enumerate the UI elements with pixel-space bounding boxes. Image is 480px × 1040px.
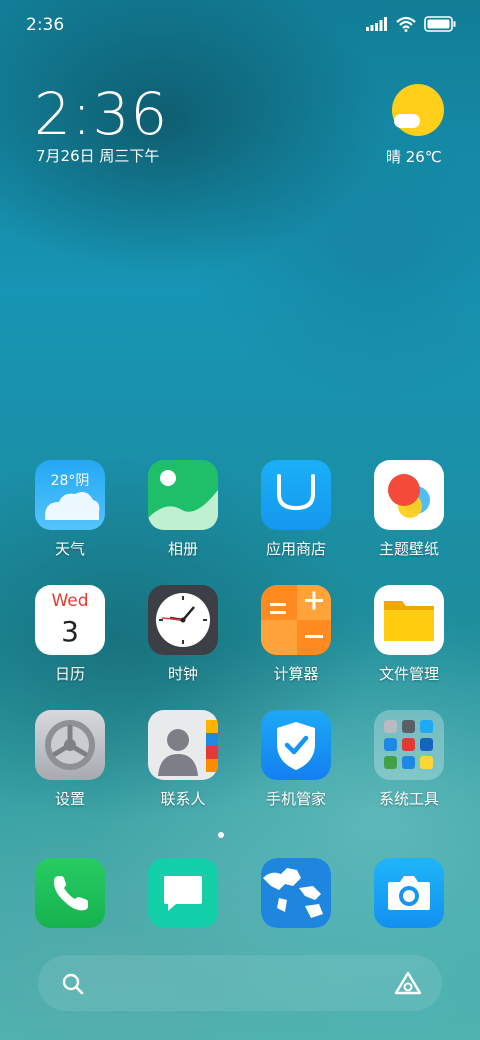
security-app-icon — [261, 710, 331, 780]
app-label: 应用商店 — [265, 540, 326, 558]
app-contacts[interactable]: 联系人 — [127, 710, 239, 809]
app-label: 文件管理 — [378, 665, 439, 683]
status-icons — [366, 16, 456, 32]
search-icon[interactable] — [62, 973, 84, 995]
app-label: 计算器 — [273, 665, 319, 683]
app-label: 手机管家 — [265, 790, 326, 808]
folder-system-tools[interactable]: 系统工具 — [353, 710, 465, 809]
clock-app-icon — [148, 585, 218, 655]
app-label: 设置 — [54, 790, 85, 808]
camera-app-icon[interactable] — [374, 858, 444, 928]
app-label: 联系人 — [160, 790, 206, 808]
wifi-icon — [396, 16, 416, 32]
signal-icon — [366, 17, 387, 31]
calendar-weekday: Wed — [51, 591, 89, 611]
gallery-app-icon — [148, 460, 218, 530]
app-file-manager[interactable]: 文件管理 — [353, 585, 465, 684]
app-label: 时钟 — [167, 665, 198, 683]
app-label: 主题壁纸 — [378, 540, 439, 558]
messages-app-icon[interactable] — [148, 858, 218, 928]
app-settings[interactable]: 设置 — [14, 710, 126, 809]
cloud-icon — [394, 114, 420, 128]
app-label: 天气 — [54, 540, 85, 558]
weather-app-icon: 28°阴 — [35, 460, 105, 530]
themes-app-icon — [374, 460, 444, 530]
app-security[interactable]: 手机管家 — [240, 710, 352, 809]
app-label: 日历 — [54, 665, 85, 683]
app-label: 相册 — [167, 540, 198, 558]
calendar-app-icon: Wed 3 — [35, 585, 105, 655]
app-calendar[interactable]: Wed 3 日历 — [14, 585, 126, 684]
assistant-icon[interactable] — [394, 971, 422, 995]
widget-clock[interactable]: 2:36 — [34, 80, 168, 148]
app-weather[interactable]: 28°阴 天气 — [14, 460, 126, 559]
contacts-app-icon — [148, 710, 218, 780]
page-indicator-dot — [218, 832, 224, 838]
system-tools-folder-icon — [374, 710, 444, 780]
app-themes[interactable]: 主题壁纸 — [353, 460, 465, 559]
phone-app-icon[interactable] — [35, 858, 105, 928]
calendar-day: 3 — [61, 615, 79, 648]
file-manager-icon — [374, 585, 444, 655]
sun-icon — [392, 84, 444, 136]
widget-date: 7月26日 周三下午 — [36, 147, 160, 165]
search-bar[interactable] — [38, 955, 442, 1011]
app-label: 系统工具 — [378, 790, 439, 808]
status-time: 2:36 — [26, 15, 65, 35]
battery-icon — [424, 16, 456, 32]
app-calculator[interactable]: 计算器 — [240, 585, 352, 684]
weather-summary: 晴 26℃ — [386, 148, 442, 166]
settings-app-icon — [35, 710, 105, 780]
app-store[interactable]: 应用商店 — [240, 460, 352, 559]
app-gallery[interactable]: 相册 — [127, 460, 239, 559]
app-store-icon — [261, 460, 331, 530]
status-bar: 2:36 — [0, 0, 480, 48]
browser-app-icon[interactable] — [261, 858, 331, 928]
app-clock[interactable]: 时钟 — [127, 585, 239, 684]
calculator-app-icon — [261, 585, 331, 655]
